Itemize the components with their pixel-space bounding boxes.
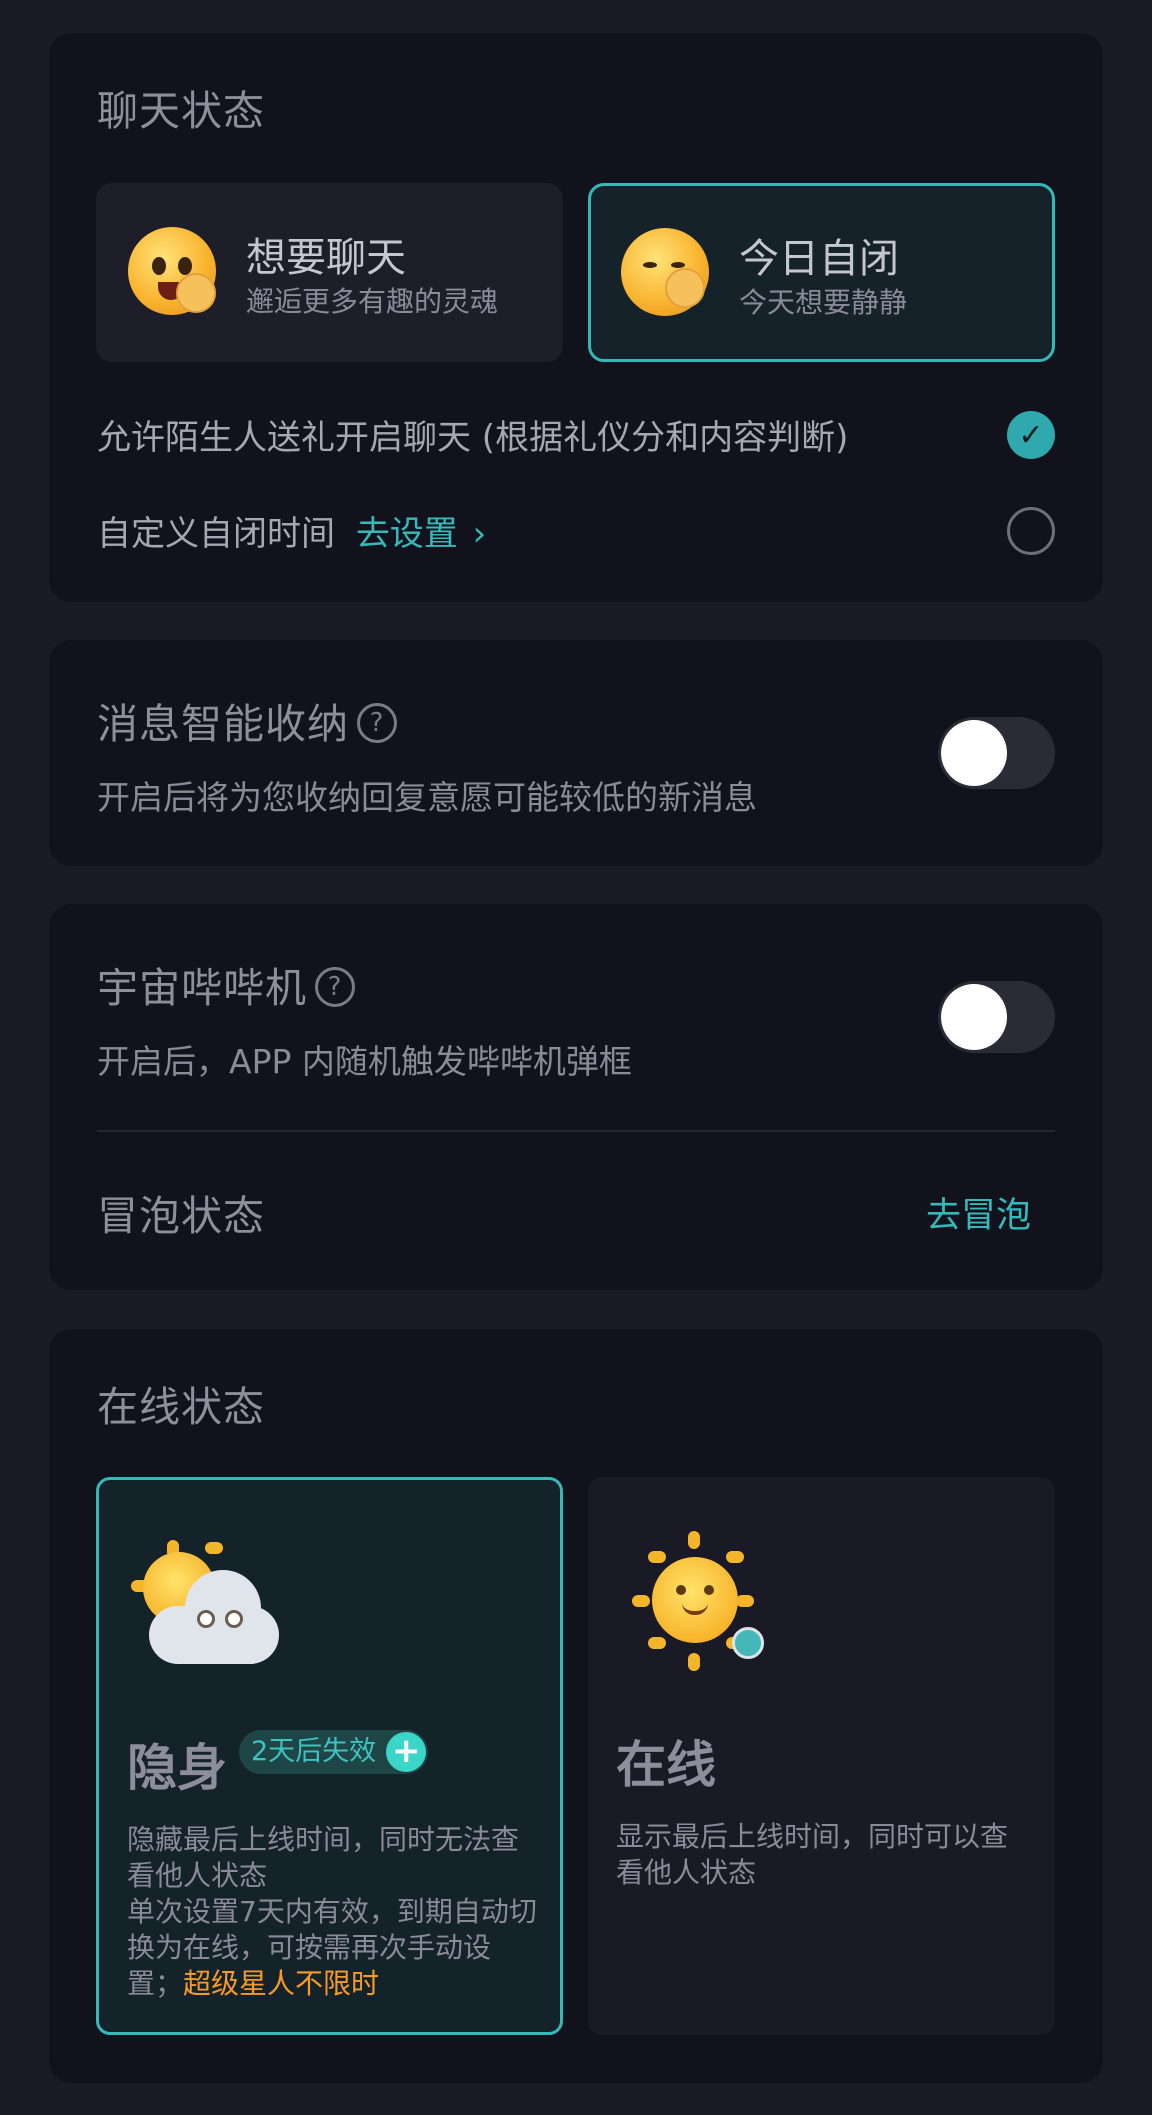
divider xyxy=(97,1130,1055,1132)
status-option-self-isolate[interactable]: 今日自闭 今天想要静静 xyxy=(588,183,1055,362)
chevron-right-icon: › xyxy=(472,514,487,554)
universe-beep-card: 宇宙哔哔机? 开启后，APP 内随机触发哔哔机弹框 冒泡状态 去冒泡 xyxy=(49,904,1103,1290)
status-option-desc: 今天想要静静 xyxy=(739,286,908,319)
checkmark-icon: ✓ xyxy=(1018,417,1044,453)
allow-gift-label: 允许陌生人送礼开启聊天 (根据礼仪分和内容判断) xyxy=(97,418,849,458)
toggle-knob xyxy=(941,984,1007,1050)
sun-behind-cloud-icon xyxy=(129,1536,279,1666)
go-bubble-button[interactable]: 去冒泡 xyxy=(926,1187,1031,1238)
status-option-name: 今日自闭 xyxy=(739,236,899,282)
online-option-online[interactable]: 在线 显示最后上线时间，同时可以查看他人状态 xyxy=(588,1477,1055,2035)
message-fold-title: 消息智能收纳? xyxy=(97,690,397,750)
online-status-card: 在线状态 隐身 2天后失效 + 隐藏最后上线时间，同时无法查看他人状态 单次设置… xyxy=(49,1329,1103,2083)
waving-shy-emoji-icon xyxy=(621,228,709,316)
message-fold-title-text: 消息智能收纳 xyxy=(97,700,349,748)
status-option-want-chat[interactable]: 想要聊天 邂逅更多有趣的灵魂 xyxy=(96,183,563,362)
help-icon[interactable]: ? xyxy=(315,967,355,1007)
sun-with-clock-icon xyxy=(632,1531,772,1671)
expiry-badge-text: 2天后失效 xyxy=(251,1736,377,1767)
invisible-rule: 单次设置7天内有效，到期自动切换为在线，可按需再次手动设置；超级星人不限时 xyxy=(127,1894,540,2002)
universe-beep-title: 宇宙哔哔机? xyxy=(97,954,355,1014)
invisible-label: 隐身 xyxy=(127,1739,227,1797)
toggle-knob xyxy=(941,720,1007,786)
allow-gift-row[interactable]: 允许陌生人送礼开启聊天 (根据礼仪分和内容判断) xyxy=(97,410,1055,459)
online-option-invisible[interactable]: 隐身 2天后失效 + 隐藏最后上线时间，同时无法查看他人状态 单次设置7天内有效… xyxy=(96,1477,563,2035)
message-fold-desc: 开启后将为您收纳回复意愿可能较低的新消息 xyxy=(97,778,757,817)
bubble-status-title: 冒泡状态 xyxy=(97,1192,265,1240)
custom-time-link[interactable]: 去设置 xyxy=(356,514,458,554)
clock-icon xyxy=(732,1627,764,1659)
message-fold-card: 消息智能收纳? 开启后将为您收纳回复意愿可能较低的新消息 xyxy=(49,640,1103,866)
invisible-desc: 隐藏最后上线时间，同时无法查看他人状态 xyxy=(127,1823,520,1892)
universe-beep-title-text: 宇宙哔哔机 xyxy=(97,964,307,1012)
universe-beep-desc: 开启后，APP 内随机触发哔哔机弹框 xyxy=(97,1042,632,1081)
status-option-name: 想要聊天 xyxy=(246,235,406,281)
universe-beep-toggle[interactable] xyxy=(938,981,1055,1053)
message-fold-toggle[interactable] xyxy=(938,717,1055,789)
custom-time-label: 自定义自闭时间 xyxy=(97,514,335,554)
custom-time-row[interactable]: 自定义自闭时间 去设置 › xyxy=(97,506,1055,555)
chat-status-card: 聊天状态 想要聊天 邂逅更多有趣的灵魂 今日自闭 今天想要静静 允许陌生人送礼开… xyxy=(49,33,1103,602)
help-icon[interactable]: ? xyxy=(357,703,397,743)
online-status-title: 在线状态 xyxy=(97,1383,265,1431)
online-label: 在线 xyxy=(616,1736,716,1794)
chat-status-title: 聊天状态 xyxy=(97,87,265,135)
online-desc: 显示最后上线时间，同时可以查看他人状态 xyxy=(616,1820,1009,1889)
waving-grin-emoji-icon xyxy=(128,227,216,315)
custom-time-radio[interactable] xyxy=(1007,507,1055,555)
expiry-badge: 2天后失效 + xyxy=(239,1730,429,1774)
plus-icon[interactable]: + xyxy=(386,1732,427,1772)
allow-gift-checkbox[interactable]: ✓ xyxy=(1007,411,1055,459)
status-option-desc: 邂逅更多有趣的灵魂 xyxy=(246,285,499,318)
super-member-highlight: 超级星人不限时 xyxy=(183,1967,380,2000)
